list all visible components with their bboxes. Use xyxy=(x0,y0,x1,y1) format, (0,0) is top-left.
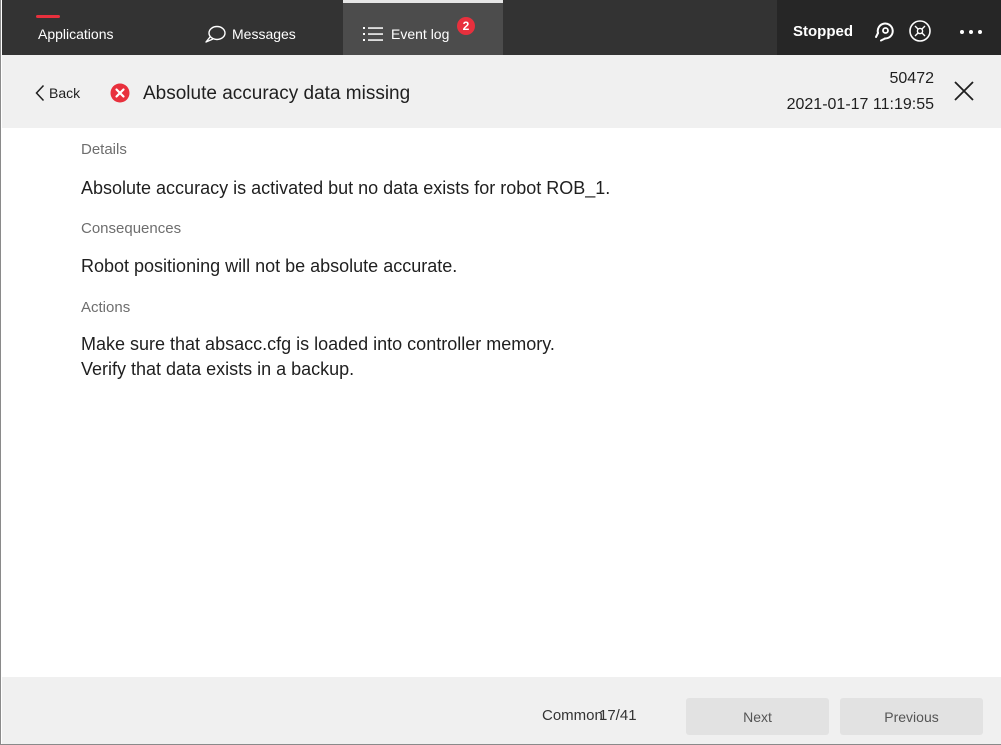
error-icon xyxy=(110,83,130,103)
active-app-indicator xyxy=(36,15,60,18)
more-options-icon[interactable] xyxy=(957,22,985,42)
chat-bubble-icon xyxy=(205,25,226,43)
actions-line: Make sure that absacc.cfg is loaded into… xyxy=(81,334,555,354)
controller-status-area[interactable]: Stopped xyxy=(777,0,1001,55)
event-position: 17/41 xyxy=(599,707,637,724)
tab-applications[interactable]: Applications xyxy=(24,0,164,55)
list-icon xyxy=(363,27,383,41)
event-count-badge: 2 xyxy=(457,17,475,35)
event-category: Common xyxy=(542,707,603,724)
close-icon[interactable] xyxy=(952,79,976,103)
event-message-window: Applications Messages Event log 2 Stoppe… xyxy=(0,0,1001,745)
message-code: 50472 xyxy=(889,70,935,87)
consequences-text: Robot positioning will not be absolute a… xyxy=(81,256,458,276)
consequences-heading: Consequences xyxy=(81,220,182,237)
details-text: Absolute accuracy is activated but no da… xyxy=(81,178,611,198)
chevron-left-icon xyxy=(35,84,45,102)
tab-event-log[interactable]: Event log 2 xyxy=(343,0,503,55)
message-timestamp: 2021-01-17 11:19:55 xyxy=(786,96,934,113)
actions-heading: Actions xyxy=(81,299,131,316)
controller-state: Stopped xyxy=(793,23,853,40)
message-header: Back Absolute accuracy data missing 5047… xyxy=(2,55,1001,128)
details-heading: Details xyxy=(81,141,127,158)
message-title: Absolute accuracy data missing xyxy=(143,83,411,104)
tab-applications-label: Applications xyxy=(38,26,114,42)
next-button[interactable]: Next xyxy=(686,698,829,735)
tab-messages-label: Messages xyxy=(232,26,296,42)
motors-off-icon[interactable] xyxy=(907,18,933,44)
top-bar: Applications Messages Event log 2 Stoppe… xyxy=(2,0,1001,55)
back-button-label: Back xyxy=(49,85,81,101)
actions-line: Verify that data exists in a backup. xyxy=(81,359,355,379)
back-button[interactable]: Back xyxy=(35,81,80,105)
message-footer: Common 17/41 Next Previous xyxy=(2,677,1001,744)
tab-messages[interactable]: Messages xyxy=(202,0,332,55)
tab-event-log-label: Event log xyxy=(391,26,450,42)
auto-mode-icon[interactable] xyxy=(872,18,898,44)
previous-button[interactable]: Previous xyxy=(840,698,983,735)
